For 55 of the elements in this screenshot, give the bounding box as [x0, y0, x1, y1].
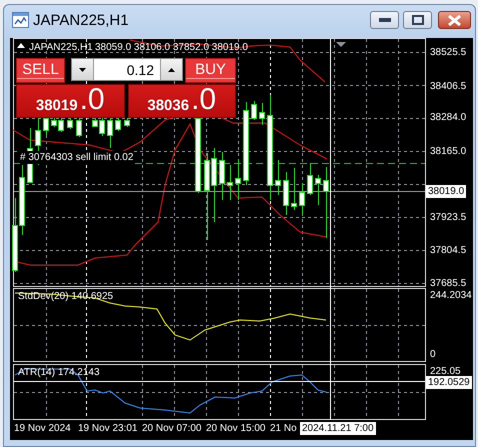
price-axis-label: 38284.0 — [430, 111, 466, 124]
candlestick — [235, 160, 241, 200]
price-axis-label: 38525.5 — [430, 46, 466, 59]
volume-spinner[interactable]: 0.12 — [71, 58, 183, 81]
indicator-axis-label: 225.05 — [430, 365, 461, 378]
candlestick — [115, 116, 121, 132]
candlestick — [283, 172, 289, 216]
maximize-icon — [412, 15, 424, 25]
crosshair-time-label: 2024.11.21 7:00 — [300, 422, 376, 435]
candlestick — [227, 164, 233, 200]
chart-symbol-label: JAPAN225,H1 — [29, 41, 93, 54]
chart-window-icon — [12, 12, 29, 28]
candlestick — [219, 152, 225, 200]
candlestick — [67, 116, 73, 130]
indicator-axis-label: 244.2034 — [430, 289, 472, 302]
close-button[interactable] — [438, 11, 471, 29]
price-axis-label: 37804.5 — [430, 244, 466, 257]
candlestick — [259, 102, 265, 126]
up-triangle-icon — [168, 68, 175, 72]
increase-button[interactable] — [160, 59, 182, 80]
candlestick — [291, 168, 297, 210]
maximize-button[interactable] — [403, 11, 432, 29]
candlestick — [307, 162, 313, 196]
sell-button[interactable]: SELL — [16, 58, 65, 83]
down-triangle-icon — [79, 68, 86, 72]
window-title: JAPAN225,H1 — [33, 12, 130, 28]
current-value-label: 192.0529 — [426, 376, 472, 389]
candlestick — [251, 100, 257, 120]
sell-price-button[interactable]: 38019.0 — [16, 84, 124, 118]
candlestick — [299, 182, 305, 216]
current-price-label: 38019.0 — [426, 185, 466, 198]
close-icon — [448, 14, 461, 26]
chart-shift-marker-icon — [336, 42, 346, 47]
price-axis-label: 37923.5 — [430, 211, 466, 224]
candlestick — [315, 174, 321, 206]
collapse-arrow-icon[interactable] — [17, 43, 25, 48]
minimize-icon — [378, 18, 390, 22]
minimize-button[interactable] — [370, 11, 399, 29]
price-axis-label: 37685.5 — [430, 277, 466, 290]
time-axis-label: 20 Nov 07:00 — [142, 422, 202, 435]
order-label: # 30764303 sell limit 0.02 — [20, 151, 134, 164]
candlestick — [323, 166, 329, 238]
indicator-axis-label: 0 — [430, 348, 436, 361]
price-axis-label: 38406.5 — [430, 80, 466, 93]
buy-price-button[interactable]: 38036.0 — [128, 84, 236, 118]
decrease-button[interactable] — [72, 59, 94, 80]
buy-button[interactable]: BUY — [185, 58, 236, 83]
time-axis-label: 19 Nov 2024 — [14, 422, 71, 435]
time-axis-label: 21 No — [270, 422, 297, 435]
candlestick — [107, 116, 113, 148]
time-axis-label: 20 Nov 15:00 — [206, 422, 266, 435]
candlestick — [275, 160, 281, 196]
price-axis-label: 38165.0 — [430, 145, 466, 158]
time-axis-label: 19 Nov 23:01 — [78, 422, 138, 435]
candlestick — [124, 118, 130, 128]
